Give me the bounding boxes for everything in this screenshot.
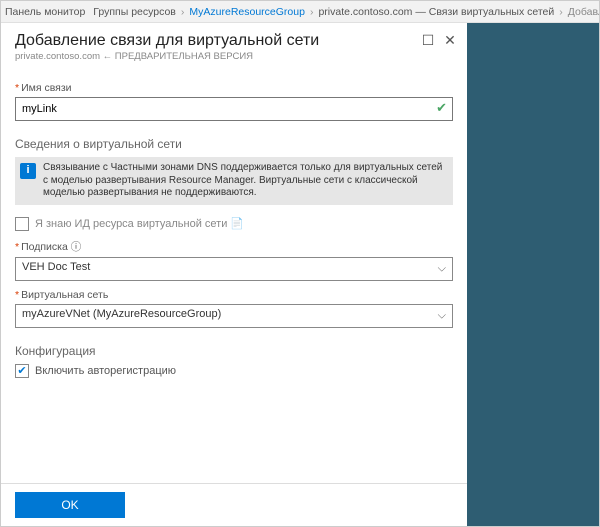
- bc-current: Добавление связи для: [564, 6, 599, 18]
- bc-dashboard[interactable]: Панель монитор: [1, 6, 89, 18]
- know-resource-id-checkbox[interactable]: [15, 217, 29, 231]
- close-icon[interactable]: ✕: [441, 31, 459, 49]
- chevron-down-icon: ⌵: [438, 262, 446, 275]
- link-name-label: *Имя связи: [15, 82, 453, 94]
- panel-subtitle: private.contoso.com ← ПРЕДВАРИТЕЛЬНАЯ ВЕ…: [15, 51, 453, 62]
- config-section-header: Конфигурация: [15, 344, 453, 358]
- subscription-label: *Подписка ⓘ: [15, 239, 453, 254]
- breadcrumb: Панель монитор Группы ресурсов › MyAzure…: [1, 1, 599, 23]
- maximize-icon[interactable]: ☐: [419, 31, 437, 49]
- vnet-label: *Виртуальная сеть: [15, 289, 453, 301]
- autoregistration-checkbox[interactable]: [15, 364, 29, 378]
- subscription-select[interactable]: VEH Doc Test ⌵: [15, 257, 453, 281]
- add-link-pane: Добавление связи для виртуальной сети pr…: [1, 23, 467, 526]
- panel-footer: OK: [1, 483, 467, 526]
- help-icon[interactable]: ⓘ: [71, 241, 82, 253]
- link-name-input[interactable]: [15, 97, 453, 121]
- subscription-value: VEH Doc Test: [22, 261, 90, 273]
- bc-rg-link[interactable]: MyAzureResourceGroup: [185, 6, 309, 18]
- info-icon: i: [20, 163, 36, 179]
- vnet-value: myAzureVNet (MyAzureResourceGroup): [22, 308, 221, 320]
- chevron-down-icon: ⌵: [438, 309, 446, 322]
- info-text: Связывание с Частными зонами DNS поддерж…: [43, 162, 442, 198]
- autoregistration-label: Включить авторегистрацию: [35, 365, 176, 377]
- panel-title: Добавление связи для виртуальной сети: [15, 32, 453, 50]
- ok-button[interactable]: OK: [15, 492, 125, 518]
- bc-zone-links[interactable]: private.contoso.com — Связи виртуальных …: [314, 6, 558, 18]
- copy-icon: 📄: [230, 217, 244, 230]
- vnet-select[interactable]: myAzureVNet (MyAzureResourceGroup) ⌵: [15, 304, 453, 328]
- vnet-section-header: Сведения о виртуальной сети: [15, 137, 453, 151]
- bc-resource-groups[interactable]: Группы ресурсов: [89, 6, 180, 18]
- know-resource-id-label: Я знаю ИД ресурса виртуальной сети: [35, 218, 227, 230]
- background-fill: [467, 23, 599, 526]
- info-message: i Связывание с Частными зонами DNS подде…: [15, 157, 453, 205]
